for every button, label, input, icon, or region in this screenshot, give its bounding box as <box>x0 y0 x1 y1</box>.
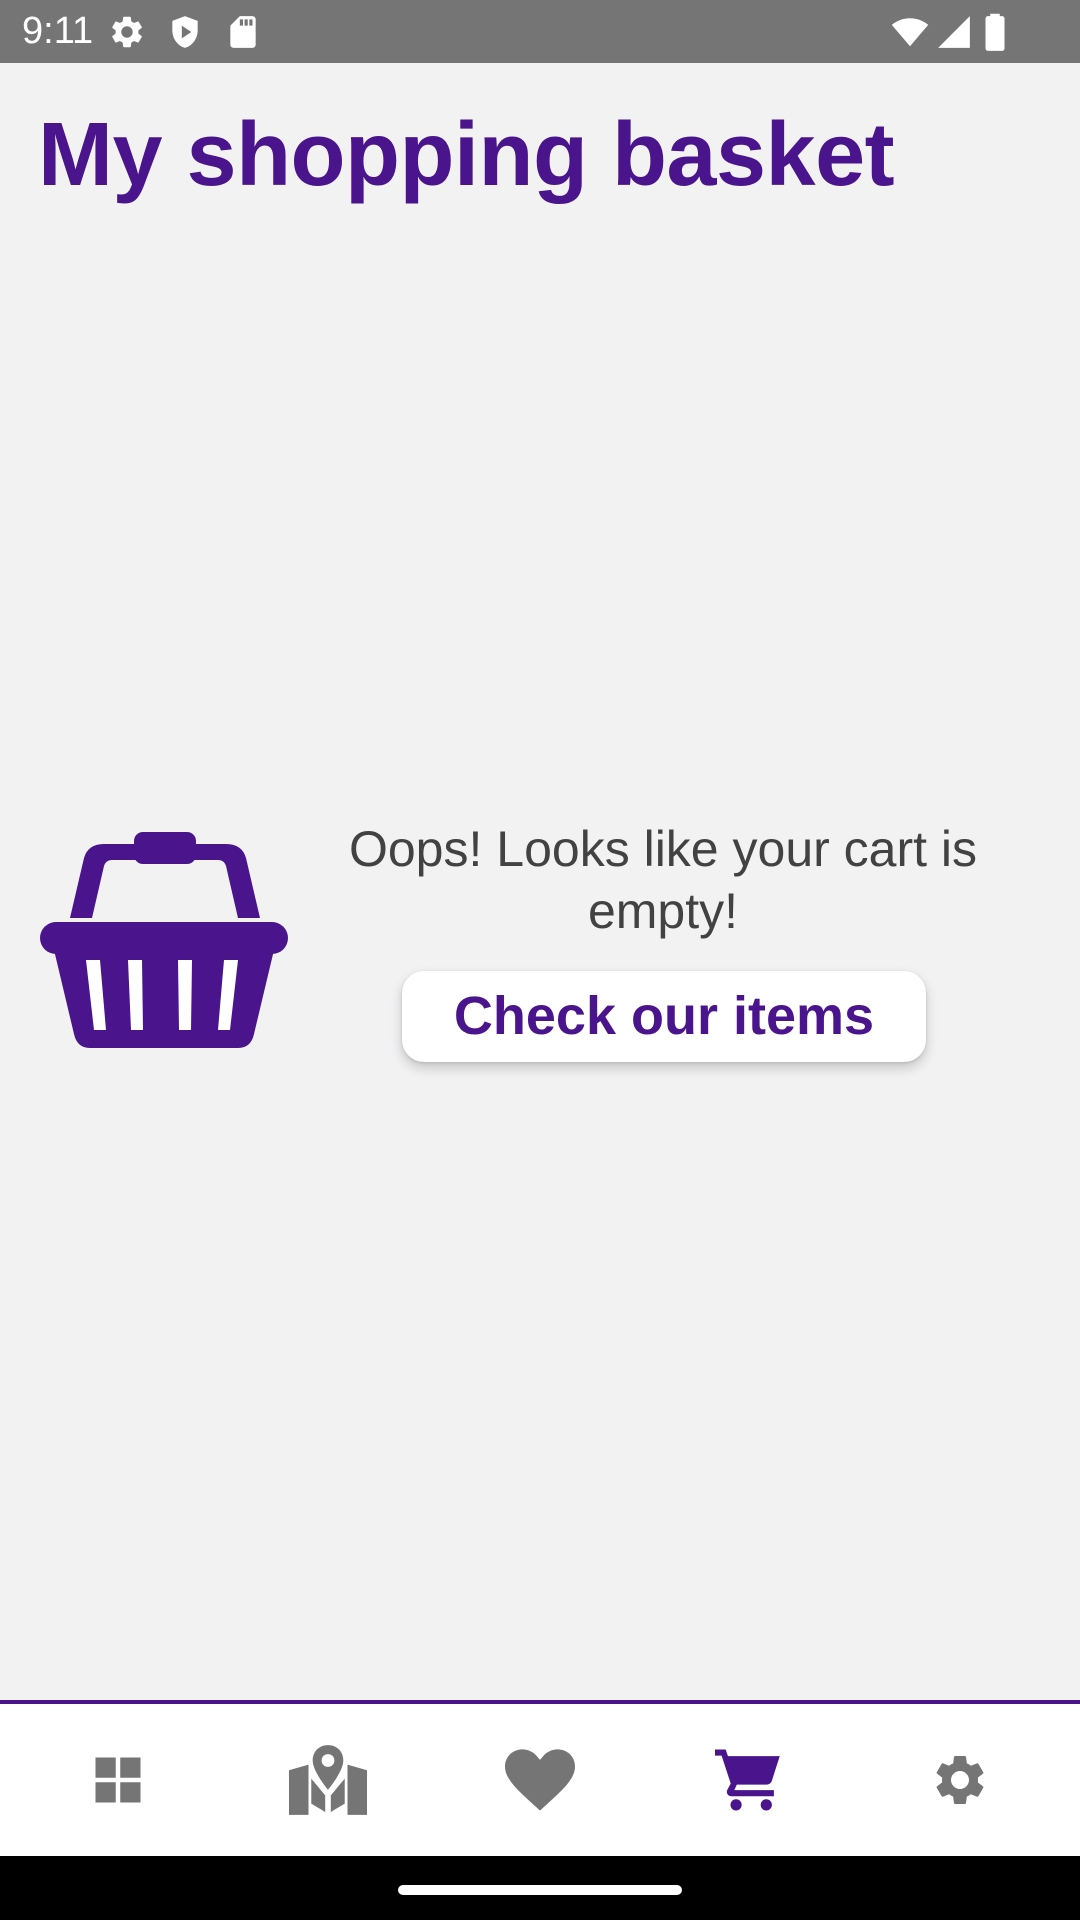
nav-item-map[interactable] <box>220 1704 436 1856</box>
system-nav-bar <box>0 1856 1080 1920</box>
shield-play-icon <box>166 13 204 51</box>
nav-item-settings[interactable] <box>852 1704 1068 1856</box>
signal-icon <box>935 13 973 51</box>
page-title: My shopping basket <box>38 105 895 205</box>
battery-icon <box>980 13 1010 51</box>
nav-item-cart[interactable] <box>640 1704 856 1856</box>
nav-item-dashboard[interactable] <box>10 1704 226 1856</box>
map-icon <box>289 1745 367 1815</box>
basket-icon <box>40 830 288 1048</box>
status-bar: 9:11 <box>0 0 1080 63</box>
screen: 9:11 My shopping basket Oops! Looks like… <box>0 0 1080 1920</box>
settings-icon <box>936 1756 984 1804</box>
empty-cart-message: Oops! Looks like your cart is empty! <box>348 821 978 939</box>
nav-item-favorites[interactable] <box>432 1704 648 1856</box>
wifi-icon <box>889 13 931 51</box>
home-gesture-handle[interactable] <box>398 1885 682 1895</box>
gear-icon <box>108 13 146 51</box>
bottom-nav <box>0 1700 1080 1856</box>
cart-icon <box>715 1749 780 1811</box>
dashboard-icon <box>95 1757 141 1803</box>
check-our-items-button[interactable]: Check our items <box>402 971 926 1062</box>
sd-card-icon <box>224 13 262 51</box>
status-time: 9:11 <box>22 10 94 52</box>
heart-icon <box>505 1749 575 1811</box>
